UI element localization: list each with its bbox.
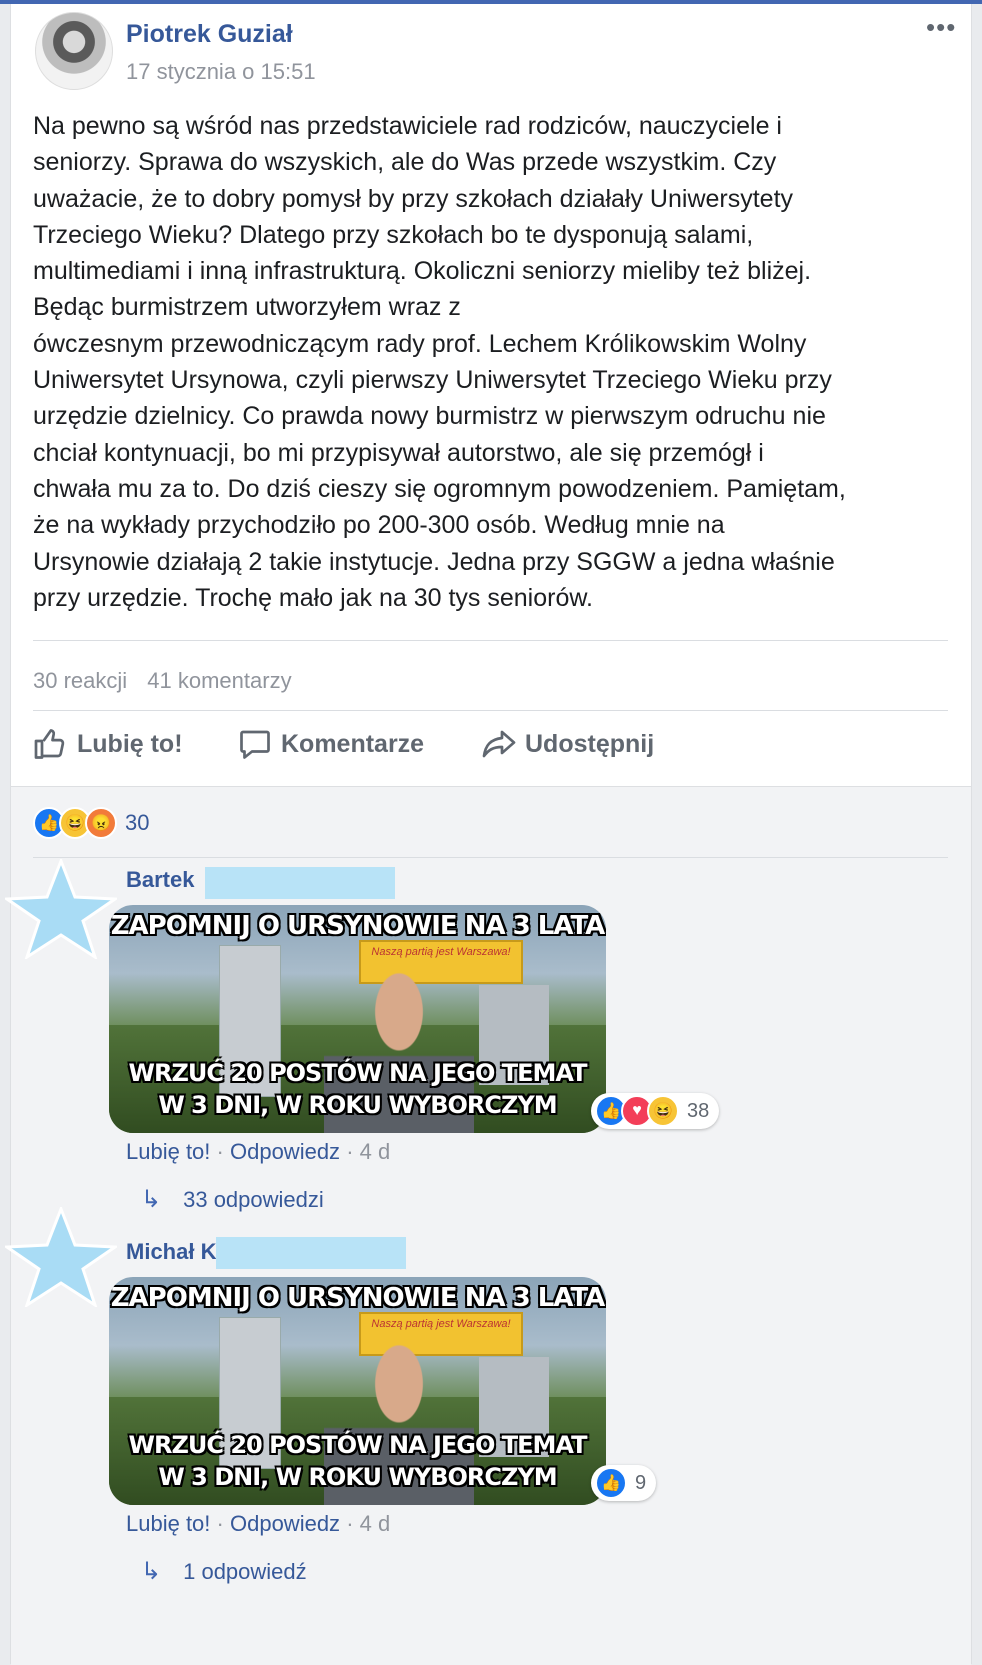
post-line: Uniwersytet Ursynowa, czyli pierwszy Uni… [33, 366, 832, 395]
separator-dot: · [346, 1139, 360, 1164]
reply-arrow-icon: ↳ [141, 1186, 162, 1213]
commenter-name[interactable]: Bartek [126, 867, 194, 893]
comment-reply-link[interactable]: Odpowiedz [230, 1139, 340, 1164]
post-line: multimediami i inną infrastrukturą. Okol… [33, 257, 812, 286]
divider [33, 710, 948, 711]
reply-arrow-icon: ↳ [141, 1558, 162, 1585]
star-sticker-icon [5, 859, 117, 959]
divider [33, 857, 948, 858]
comment-reactions[interactable]: 👍 9 [591, 1465, 657, 1501]
replies-count: 33 odpowiedzi [183, 1186, 324, 1212]
comment-reply-link[interactable]: Odpowiedz [230, 1511, 340, 1536]
comments-count-link[interactable]: 41 komentarzy [147, 668, 291, 693]
reaction-summary[interactable]: 👍 😆 😠 30 [33, 807, 149, 839]
view-replies-link[interactable]: ↳ 33 odpowiedzi [141, 1185, 324, 1214]
commenter-name[interactable]: Michał K [126, 1239, 216, 1265]
comments-section: 👍 😆 😠 30 Bartek Naszą partią jest Warsza… [5, 786, 971, 1665]
separator-dot: · [216, 1139, 230, 1164]
post-line: Trzeciego Wieku? Dlatego przy szkołach b… [33, 220, 754, 249]
post-date[interactable]: 17 stycznia o 15:51 [126, 59, 316, 85]
author-avatar[interactable] [35, 12, 113, 90]
meme-billboard-text: Naszą partią jest Warszawa! [371, 946, 511, 958]
comment-age[interactable]: 4 d [360, 1139, 391, 1164]
post-line: że na wykłady przychodziło po 200-300 os… [33, 511, 725, 540]
comment-reaction-count: 38 [687, 1099, 710, 1122]
haha-reaction-icon: 😆 [647, 1095, 679, 1127]
post-counts: 30 reakcji 41 komentarzy [33, 668, 306, 694]
reactions-count-link[interactable]: 30 reakcji [33, 668, 127, 693]
meme-bottom-text: WRZUĆ 20 POSTÓW NA JEGO TEMAT [128, 1431, 588, 1459]
comment-actions: Lubię to! · Odpowiedz · 4 d [126, 1511, 390, 1537]
comment-like-link[interactable]: Lubię to! [126, 1511, 210, 1536]
post-line: ówczesnym przewodniczącym rady prof. Lec… [33, 329, 807, 358]
meme-image[interactable]: Naszą partią jest Warszawa! ZAPOMNIJ O U… [109, 1277, 606, 1505]
like-reaction-icon: 👍 [595, 1467, 627, 1499]
meme-bottom-text: WRZUĆ 20 POSTÓW NA JEGO TEMAT [128, 1059, 588, 1087]
redacted-surname [216, 1237, 406, 1269]
star-sticker-icon [5, 1207, 117, 1307]
meme-bottom-text: W 3 DNI, W ROKU WYBORCZYM [158, 1091, 557, 1119]
comment-reaction-count: 9 [635, 1471, 647, 1494]
meme-top-text: ZAPOMNIJ O URSYNOWIE NA 3 LATA [110, 911, 606, 941]
share-button-label: Udostępnij [525, 729, 655, 758]
reaction-summary-count: 30 [125, 810, 150, 835]
separator-dot: · [216, 1511, 230, 1536]
view-replies-link[interactable]: ↳ 1 odpowiedź [141, 1557, 307, 1586]
author-name[interactable]: Piotrek Guział [126, 20, 293, 49]
like-button[interactable]: Lubię to! [33, 726, 183, 762]
post-line: urzędzie dzielnicy. Co prawda nowy burmi… [33, 402, 826, 431]
meme-billboard-text: Naszą partią jest Warszawa! [371, 1318, 511, 1330]
post-card: Piotrek Guział 17 stycznia o 15:51 ••• N… [5, 4, 972, 1665]
like-button-label: Lubię to! [77, 729, 183, 758]
post-line: Będąc burmistrzem utworzyłem wraz z [33, 293, 461, 322]
comment-button-label: Komentarze [281, 729, 425, 758]
share-button[interactable]: Udostępnij [481, 726, 654, 762]
comment-icon [240, 730, 270, 759]
angry-reaction-icon: 😠 [85, 807, 117, 839]
thumbs-up-icon [34, 729, 65, 759]
divider [33, 640, 948, 641]
post-line: Ursynowie działają 2 takie instytucje. J… [33, 547, 835, 576]
post-line: chciał kontynuacji, bo mi przypisywał au… [33, 438, 764, 467]
comment-actions: Lubię to! · Odpowiedz · 4 d [126, 1139, 390, 1165]
meme-bottom-text: W 3 DNI, W ROKU WYBORCZYM [158, 1463, 557, 1491]
more-options-icon[interactable]: ••• [926, 12, 956, 43]
replies-count: 1 odpowiedź [183, 1558, 307, 1584]
comment-button[interactable]: Komentarze [237, 726, 424, 762]
comment-reactions[interactable]: 👍 ♥ 😆 38 [591, 1093, 720, 1129]
post-line: uważacie, że to dobry pomysł by przy szk… [33, 184, 794, 213]
post-line: Na pewno są wśród nas przedstawiciele ra… [33, 112, 782, 140]
redacted-surname [205, 867, 395, 899]
separator-dot: · [346, 1511, 360, 1536]
post-line: chwała mu za to. Do dziś cieszy się ogro… [33, 474, 846, 503]
meme-top-text: ZAPOMNIJ O URSYNOWIE NA 3 LATA [110, 1283, 606, 1313]
post-line: seniorzy. Sprawa do wszyskich, ale do Wa… [33, 148, 777, 177]
share-icon [482, 730, 516, 758]
post-text: Na pewno są wśród nas przedstawiciele ra… [33, 108, 953, 616]
comment-age[interactable]: 4 d [360, 1511, 391, 1536]
comment-like-link[interactable]: Lubię to! [126, 1139, 210, 1164]
post-line: przy urzędzie. Trochę mało jak na 30 tys… [33, 583, 593, 612]
meme-image[interactable]: Naszą partią jest Warszawa! ZAPOMNIJ O U… [109, 905, 606, 1133]
